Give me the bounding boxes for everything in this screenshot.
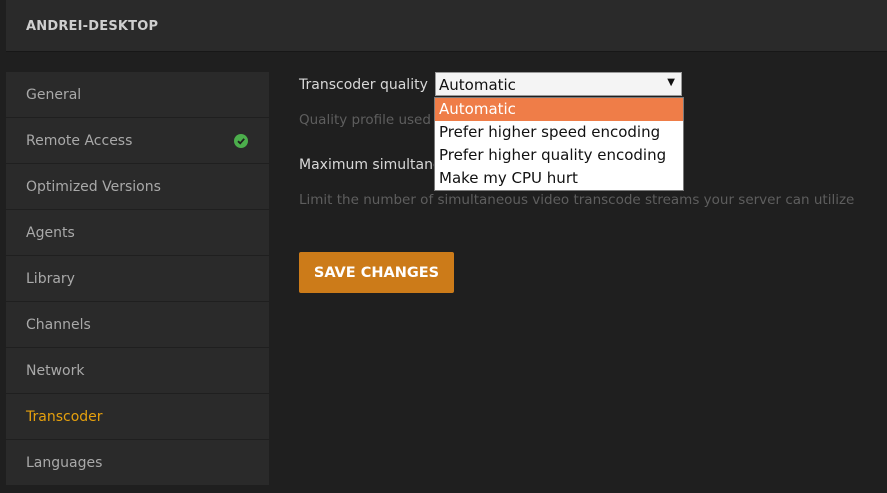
- select-value: Automatic: [439, 76, 516, 94]
- sidebar-item-label: Agents: [26, 225, 75, 241]
- option-cpu-hurt[interactable]: Make my CPU hurt: [435, 167, 683, 190]
- sidebar-item-label: Channels: [26, 317, 91, 333]
- dropdown-arrow-icon: ▼: [667, 77, 675, 88]
- transcoder-quality-label: Transcoder quality: [299, 77, 428, 93]
- sidebar-item-agents[interactable]: Agents: [6, 210, 269, 255]
- sidebar-item-remote-access[interactable]: Remote Access: [6, 118, 269, 163]
- sidebar-item-label: Network: [26, 363, 85, 379]
- sidebar-item-network[interactable]: Network: [6, 348, 269, 393]
- sidebar-item-channels[interactable]: Channels: [6, 302, 269, 347]
- settings-sidebar: General Remote Access Optimized Versions…: [6, 72, 269, 493]
- option-automatic[interactable]: Automatic: [435, 98, 683, 121]
- transcoder-quality-help: Quality profile used b: [299, 112, 444, 128]
- sidebar-item-transcoder[interactable]: Transcoder: [6, 394, 269, 439]
- server-name: ANDREI-DESKTOP: [26, 19, 159, 34]
- transcoder-quality-options: Automatic Prefer higher speed encoding P…: [434, 97, 684, 191]
- save-changes-button[interactable]: SAVE CHANGES: [299, 252, 454, 293]
- sidebar-item-label: Remote Access: [26, 133, 133, 149]
- option-prefer-quality[interactable]: Prefer higher quality encoding: [435, 144, 683, 167]
- sidebar-item-languages[interactable]: Languages: [6, 440, 269, 485]
- transcoder-quality-select[interactable]: Automatic ▼: [435, 72, 682, 96]
- sidebar-item-label: General: [26, 87, 82, 103]
- sidebar-item-label: Optimized Versions: [26, 179, 161, 195]
- header-bar: ANDREI-DESKTOP: [6, 0, 887, 52]
- option-prefer-speed[interactable]: Prefer higher speed encoding: [435, 121, 683, 144]
- check-circle-icon: [234, 134, 248, 148]
- sidebar-item-optimized-versions[interactable]: Optimized Versions: [6, 164, 269, 209]
- sidebar-item-label: Languages: [26, 455, 103, 471]
- sidebar-item-general[interactable]: General: [6, 72, 269, 117]
- sidebar-item-label: Transcoder: [26, 409, 103, 425]
- max-transcode-help: Limit the number of simultaneous video t…: [299, 192, 855, 208]
- sidebar-item-label: Library: [26, 271, 75, 287]
- max-transcode-label: Maximum simultane: [299, 157, 442, 173]
- sidebar-item-library[interactable]: Library: [6, 256, 269, 301]
